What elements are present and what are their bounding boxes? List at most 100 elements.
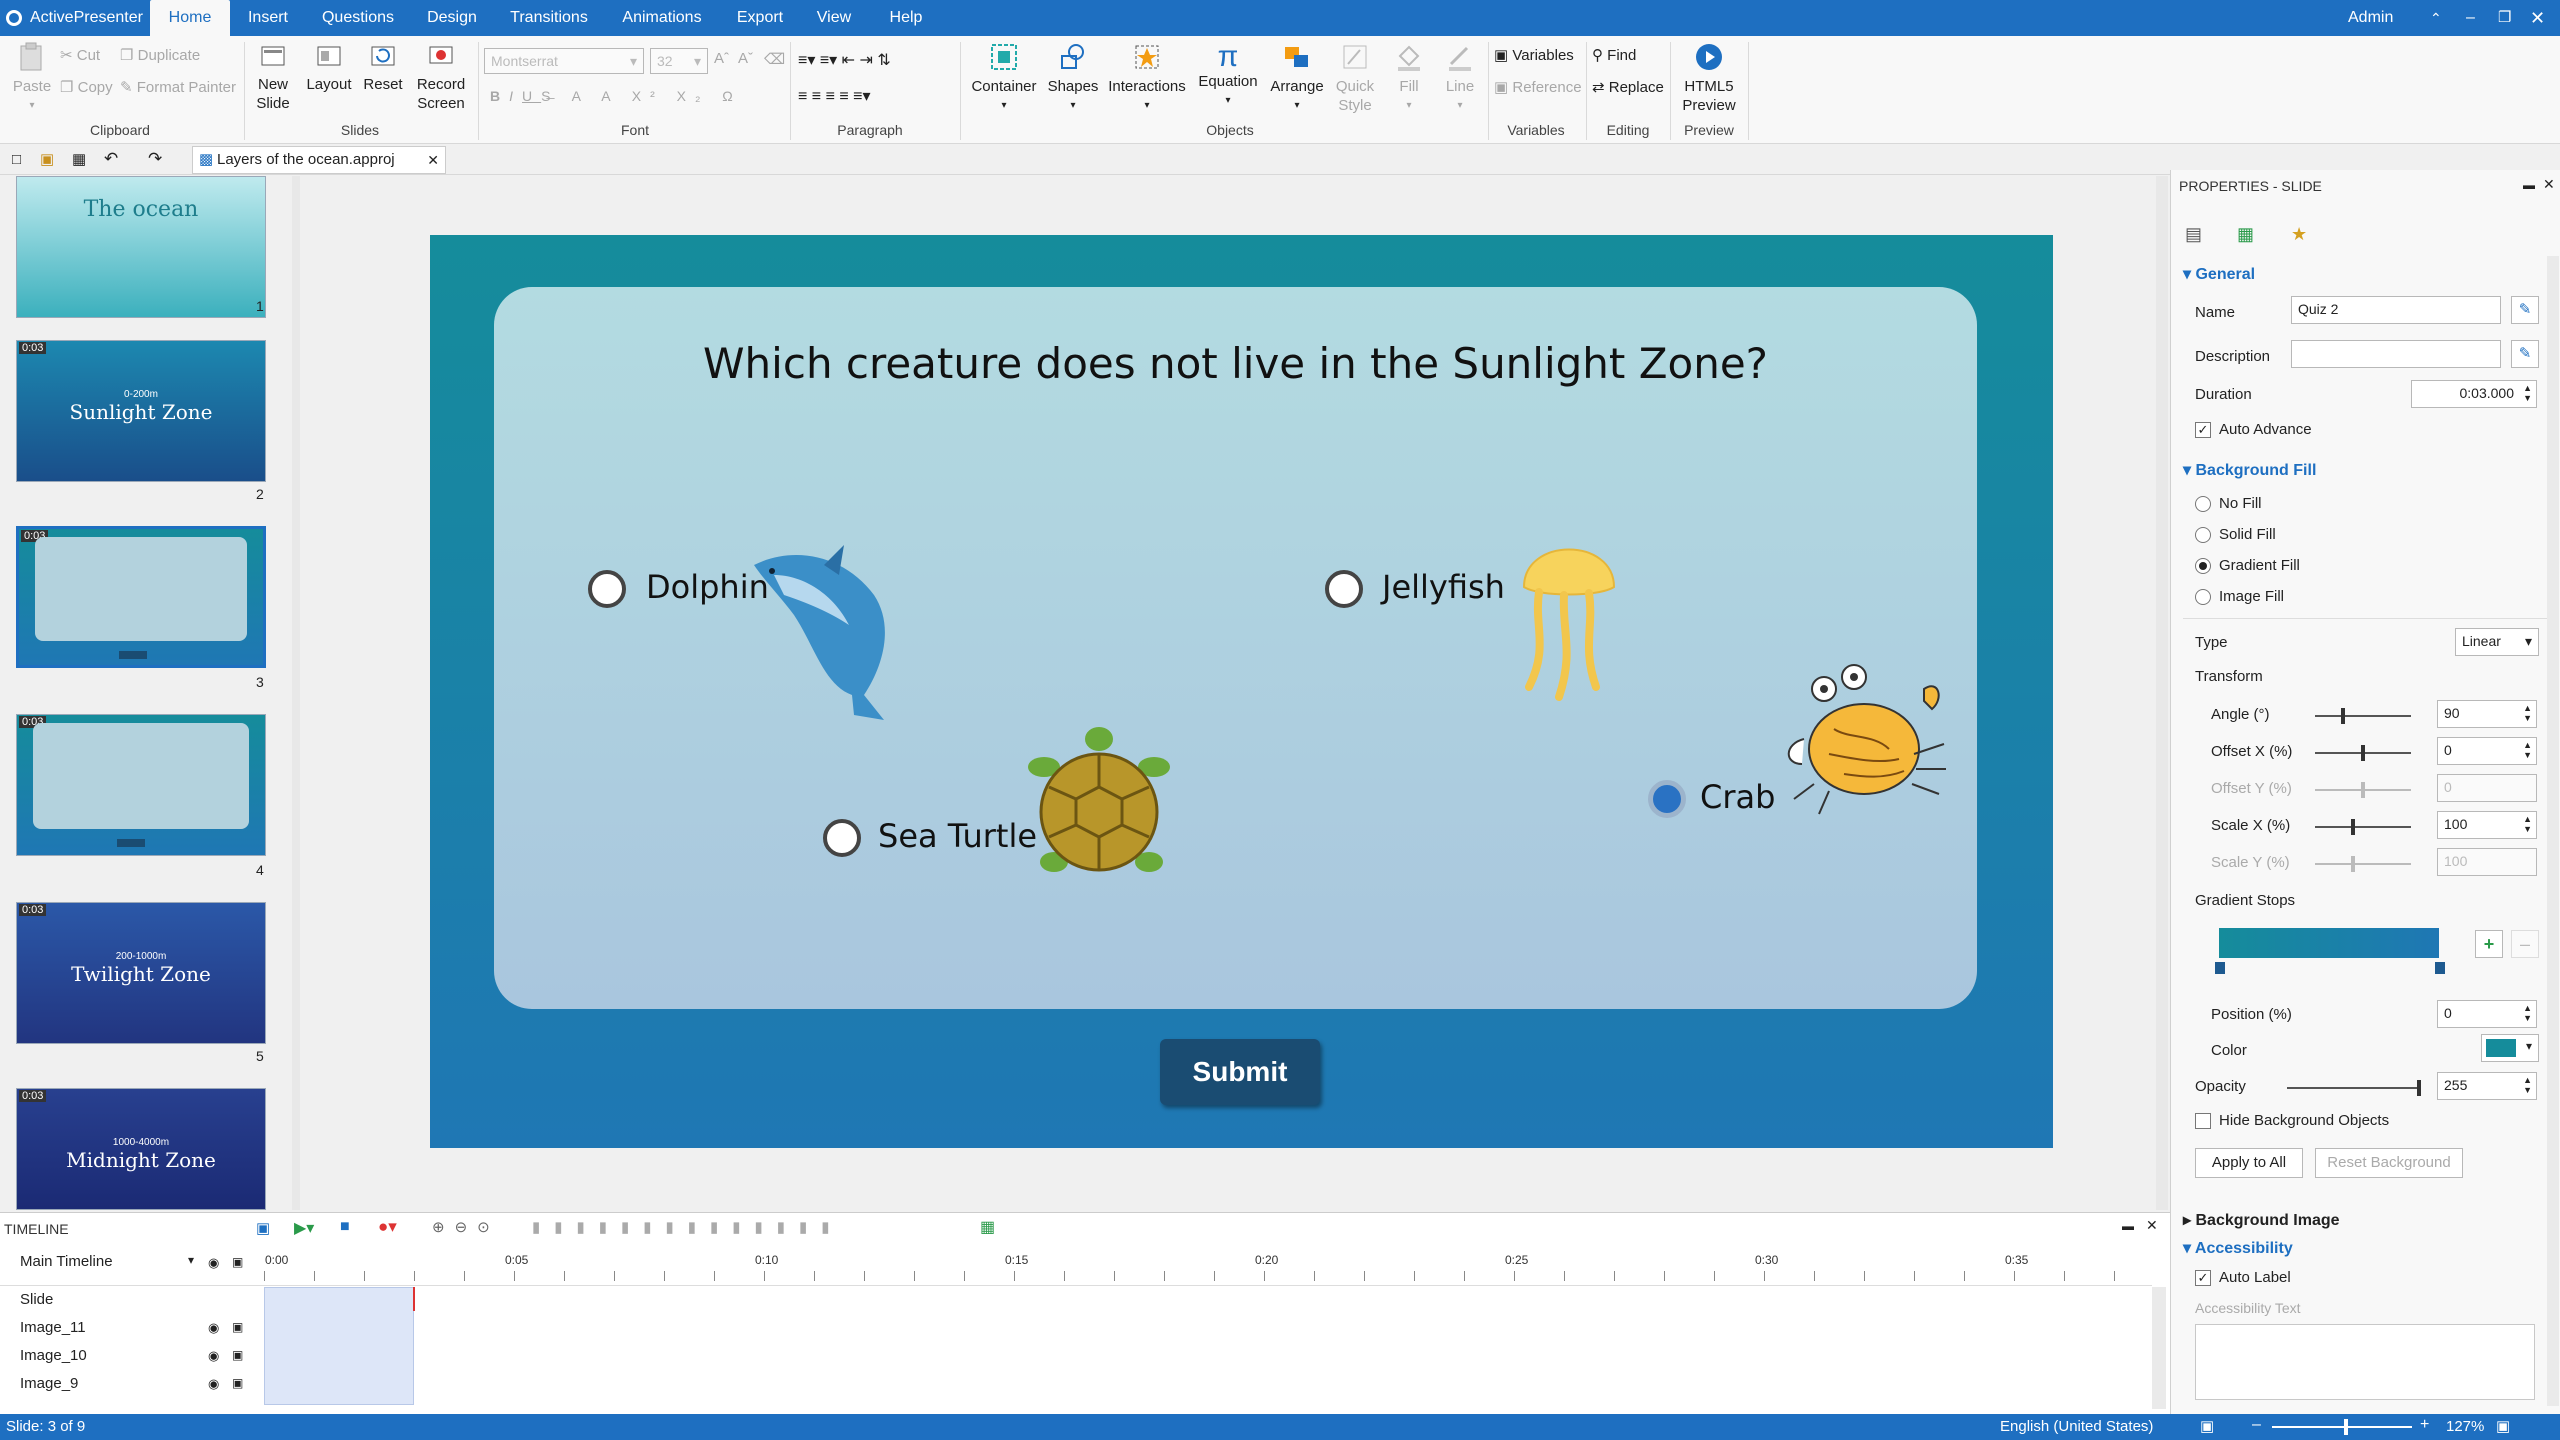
slide-size-icon[interactable]: ▦ [2237, 224, 2254, 245]
slide[interactable]: Which creature does not live in the Sunl… [430, 235, 2053, 1148]
font-format-icons[interactable]: BIUS̶ A A X² X₂ Ω [490, 88, 742, 104]
fill-button[interactable]: Fill ▾ [1384, 42, 1434, 115]
apply-to-all-button[interactable]: Apply to All [2195, 1148, 2303, 1178]
scale-y-slider-thumb[interactable] [2351, 856, 2355, 872]
timeline-row-label[interactable]: Image_11 [20, 1319, 86, 1336]
layout-button[interactable]: Layout [302, 42, 356, 94]
position-input[interactable]: 0 ▲ ▼ [2437, 1000, 2537, 1028]
interactions-button[interactable]: Interactions ▾ [1104, 42, 1190, 115]
accessibility-text-input[interactable] [2195, 1324, 2535, 1400]
record-screen-button[interactable]: Record Screen [410, 42, 472, 113]
find-button[interactable]: ⚲ Find [1592, 46, 1636, 64]
new-slide-button[interactable]: New Slide [248, 42, 298, 113]
fit-window-icon[interactable]: ▣ [2496, 1417, 2510, 1435]
tab-help[interactable]: Help [878, 0, 934, 36]
angle-slider-track[interactable] [2315, 715, 2411, 717]
stop-icon[interactable]: ■ [340, 1218, 350, 1236]
slide-thumbnail-selected[interactable]: 0:03 [16, 526, 266, 668]
radio-dolphin[interactable] [588, 570, 626, 608]
line-button[interactable]: Line ▾ [1436, 42, 1484, 115]
view-mode-icon[interactable]: ▣ [2200, 1417, 2214, 1435]
caption-icon[interactable]: ▦ [980, 1217, 995, 1237]
zoom-in-icon[interactable]: + [2420, 1416, 2429, 1434]
description-input[interactable] [2291, 340, 2501, 368]
radio-sea-turtle[interactable] [823, 819, 861, 857]
offset-x-slider-thumb[interactable] [2361, 745, 2365, 761]
add-stop-icon[interactable]: + [2475, 930, 2503, 958]
tab-insert[interactable]: Insert [238, 0, 298, 36]
lock-icon[interactable]: ▣ [232, 1348, 243, 1362]
opacity-input[interactable]: 255 ▲ ▼ [2437, 1072, 2537, 1100]
color-picker[interactable]: ▾ [2481, 1034, 2539, 1062]
alignment-icons[interactable]: ≡ ≡ ≡ ≡ ≡▾ [798, 86, 871, 106]
zoom-icons[interactable]: ⊕⊖⊙ [432, 1218, 500, 1236]
spinner-icon[interactable]: ▲ ▼ [2523, 703, 2532, 723]
edit-name-icon[interactable]: ✎ [2511, 296, 2539, 324]
radio-jellyfish[interactable] [1325, 570, 1363, 608]
hide-bg-objects-checkbox[interactable] [2195, 1113, 2211, 1129]
format-painter-button[interactable]: ✎ Format Painter [120, 78, 236, 96]
bullets-icon[interactable]: ≡▾ ≡▾ ⇤ ⇥ ⇅ [798, 50, 891, 70]
background-fill-section-header[interactable]: ▾ Background Fill [2183, 460, 2316, 480]
quick-style-button[interactable]: Quick Style [1330, 42, 1380, 115]
font-family-select[interactable]: Montserrat ▾ [484, 48, 644, 74]
document-tab[interactable]: ▩ Layers of the ocean.approj ✕ [192, 146, 446, 174]
lock-icon[interactable]: ▣ [232, 1320, 243, 1334]
general-section-header[interactable]: ▾ General [2183, 264, 2255, 284]
type-select[interactable]: Linear ▾ [2455, 628, 2539, 656]
slide-thumbnail[interactable]: 0:03 0-200m Sunlight Zone [16, 340, 266, 482]
close-timeline-icon[interactable]: ✕ [2146, 1217, 2158, 1234]
edit-description-icon[interactable]: ✎ [2511, 340, 2539, 368]
timeline-slide-bar[interactable] [264, 1287, 414, 1405]
collapse-ribbon-icon[interactable]: ⌃ [2430, 0, 2442, 36]
angle-slider-thumb[interactable] [2341, 708, 2345, 724]
playhead[interactable] [413, 1287, 415, 1311]
reset-background-button[interactable]: Reset Background [2315, 1148, 2463, 1178]
opacity-slider-thumb[interactable] [2417, 1080, 2421, 1096]
user-name[interactable]: Admin [2348, 0, 2393, 36]
undo-icon[interactable]: ↶ [104, 149, 118, 169]
spinner-icon[interactable]: ▲ ▼ [2523, 740, 2532, 760]
timeline-tool-icons[interactable]: ▮▮▮▮▮▮▮▮▮▮▮▮▮▮ [532, 1218, 844, 1236]
tab-home[interactable]: Home [150, 0, 230, 36]
opacity-slider-track[interactable] [2287, 1087, 2421, 1089]
gradient-preview-bar[interactable] [2219, 928, 2439, 958]
main-timeline-select[interactable]: Main Timeline ▾ [8, 1253, 198, 1275]
tab-questions[interactable]: Questions [316, 0, 400, 36]
zoom-out-icon[interactable]: – [2252, 1416, 2261, 1434]
auto-label-checkbox[interactable]: ✓ [2195, 1270, 2211, 1286]
redo-icon[interactable]: ↷ [148, 149, 162, 169]
duplicate-button[interactable]: ❐ Duplicate [120, 46, 200, 64]
html5-preview-button[interactable]: HTML5 Preview [1676, 42, 1742, 115]
close-tab-icon[interactable]: ✕ [427, 147, 439, 173]
eye-icon[interactable]: ◉ [208, 1255, 219, 1271]
open-folder-icon[interactable]: ▣ [40, 150, 54, 168]
gradient-stop-handle[interactable] [2435, 962, 2445, 974]
tab-animations[interactable]: Animations [612, 0, 712, 36]
equation-button[interactable]: π Equation ▾ [1192, 42, 1264, 110]
zoom-slider-thumb[interactable] [2344, 1419, 2348, 1435]
submit-button[interactable]: Submit [1160, 1039, 1320, 1105]
remove-stop-icon[interactable]: – [2511, 930, 2539, 958]
font-size-select[interactable]: 32 ▾ [650, 48, 708, 74]
offset-y-slider-thumb[interactable] [2361, 782, 2365, 798]
spinner-icon[interactable]: ▲ ▼ [2523, 383, 2532, 403]
slide-thumbnail[interactable]: 0:03 [16, 714, 266, 856]
solid-fill-radio[interactable] [2195, 527, 2211, 543]
auto-advance-checkbox[interactable]: ✓ [2195, 422, 2211, 438]
slide-thumbnail[interactable]: The ocean [16, 176, 266, 318]
properties-scrollbar[interactable] [2547, 256, 2559, 1406]
scale-x-slider-track[interactable] [2315, 826, 2411, 828]
accessibility-section-header[interactable]: ▾ Accessibility [2183, 1238, 2293, 1258]
lock-icon[interactable]: ▣ [232, 1255, 243, 1269]
paste-button[interactable]: Paste ▾ [8, 42, 56, 115]
gradient-fill-radio[interactable] [2195, 558, 2211, 574]
close-window-icon[interactable]: ✕ [2530, 0, 2545, 36]
radio-crab[interactable] [1648, 780, 1686, 818]
spinner-icon[interactable]: ▲ ▼ [2523, 1003, 2532, 1023]
pin-panel-icon[interactable]: ▬ [2523, 178, 2535, 192]
duration-input[interactable]: 0:03.000 ▲ ▼ [2411, 380, 2537, 408]
slide-properties-icon[interactable]: ▤ [2185, 224, 2202, 245]
arrange-button[interactable]: Arrange ▾ [1266, 42, 1328, 115]
pin-timeline-icon[interactable]: ▬ [2122, 1219, 2134, 1233]
